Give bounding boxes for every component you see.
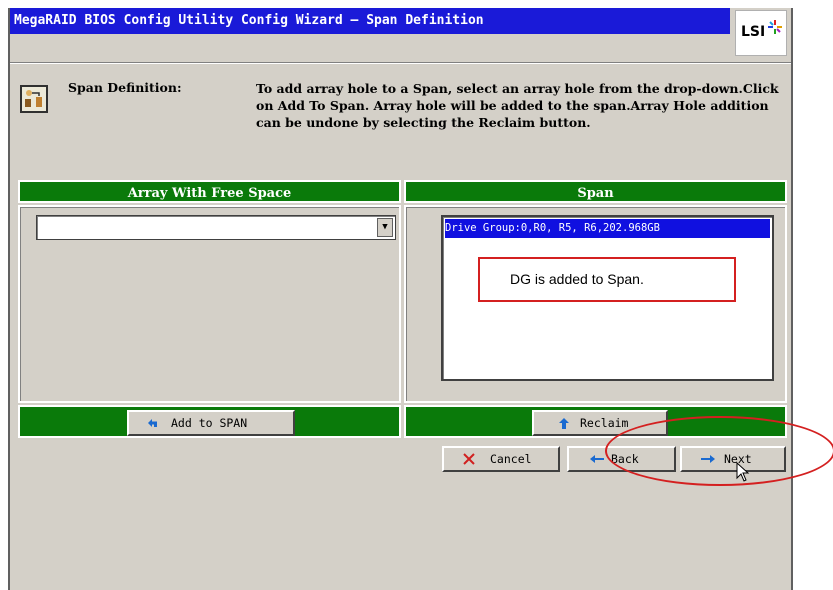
close-x-icon <box>463 453 475 465</box>
lsi-star-icon <box>768 20 782 34</box>
mouse-cursor-icon <box>736 462 750 482</box>
cancel-button[interactable]: Cancel <box>442 446 560 472</box>
up-arrow-icon <box>559 418 569 429</box>
logo-text: LSI <box>741 24 766 40</box>
config-wizard-window: MegaRAID BIOS Config Utility Config Wiza… <box>8 8 793 590</box>
span-definition-instructions: To add array hole to a Span, select an a… <box>256 81 779 130</box>
cancel-label: Cancel <box>490 452 532 466</box>
undo-arrow-icon <box>148 419 157 427</box>
window-title: MegaRAID BIOS Config Utility Config Wiza… <box>10 8 730 34</box>
lsi-logo: LSI <box>735 10 787 56</box>
annotation-callout: DG is added to Span. <box>478 257 736 302</box>
array-hole-dropdown[interactable]: ▼ <box>36 215 396 240</box>
add-to-span-button[interactable]: Add to SPAN <box>127 410 295 436</box>
array-with-free-space-header: Array With Free Space <box>18 180 401 203</box>
dropdown-arrow-icon[interactable]: ▼ <box>377 218 393 237</box>
add-to-span-label: Add to SPAN <box>171 416 248 430</box>
reclaim-label: Reclaim <box>580 416 629 430</box>
span-header: Span <box>404 180 787 203</box>
span-definition-label: Span Definition: <box>68 80 182 95</box>
annotation-highlight-oval <box>605 416 833 486</box>
span-list-item-selected[interactable]: Drive Group:0,R0, R5, R6,202.968GB <box>445 219 770 238</box>
back-arrow-icon <box>590 455 604 463</box>
wizard-info-icon <box>20 85 48 113</box>
header-divider <box>10 63 791 64</box>
